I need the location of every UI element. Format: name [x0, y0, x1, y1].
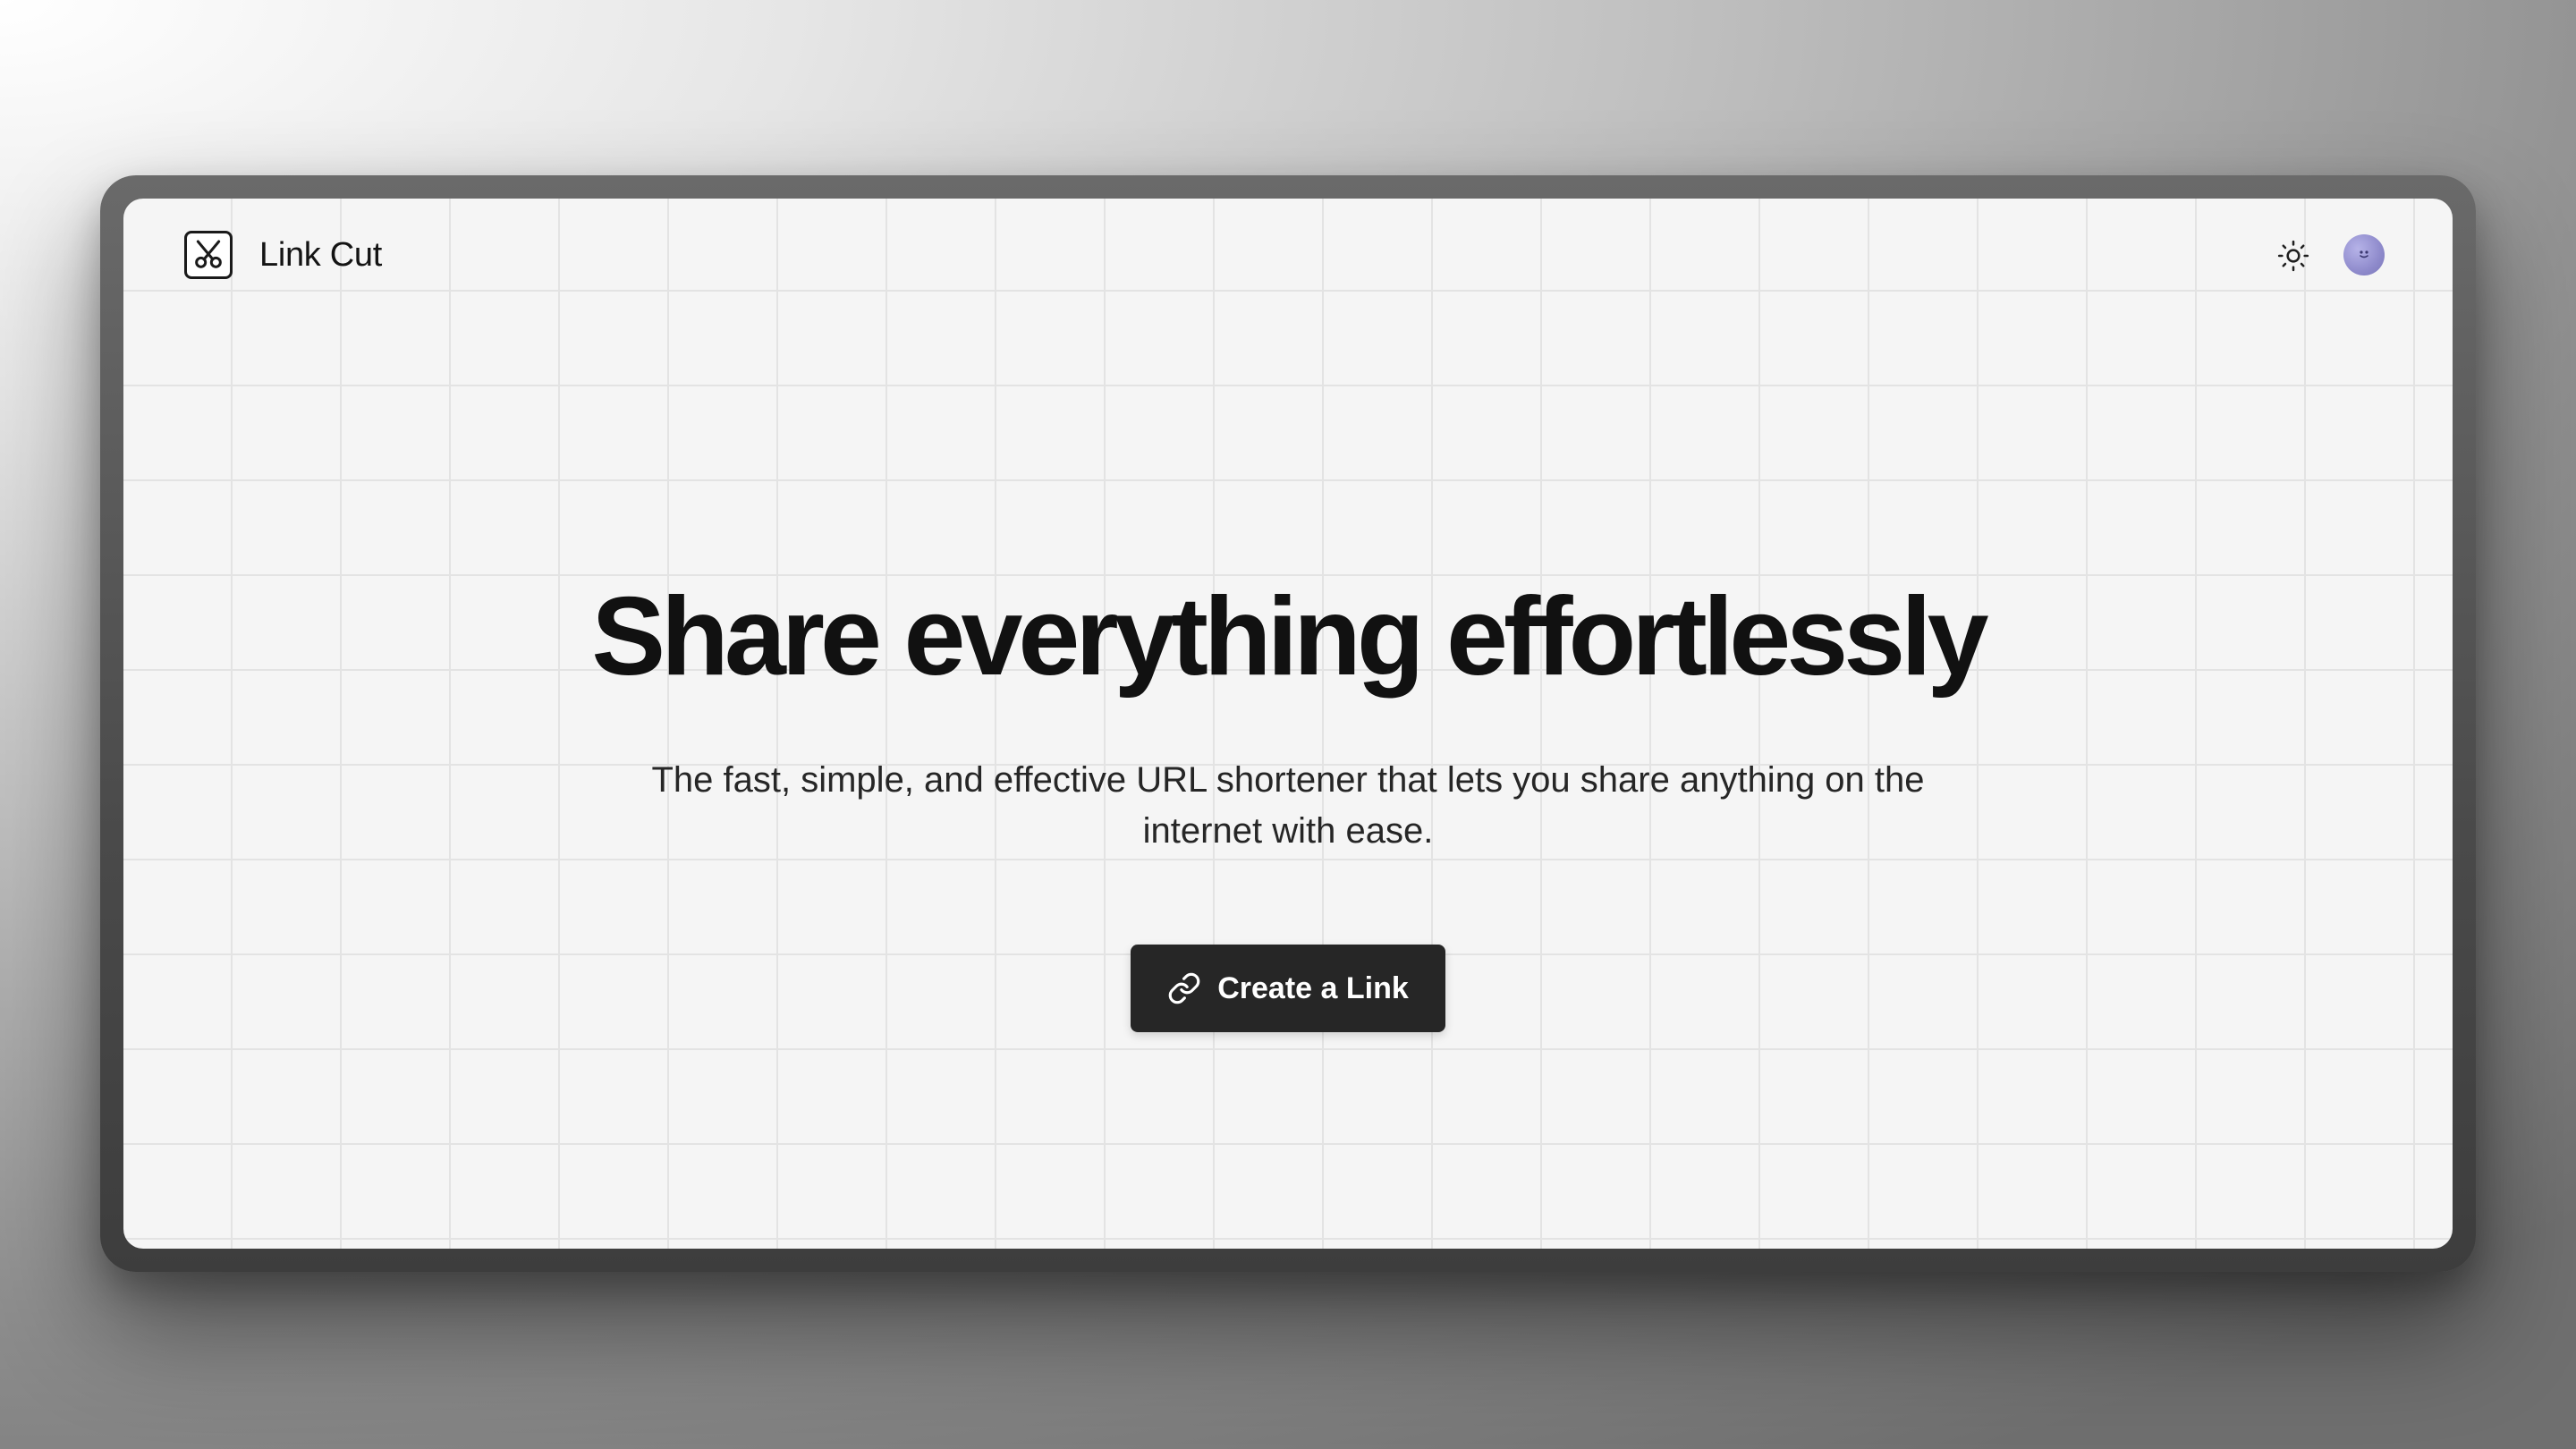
user-avatar[interactable] [2343, 234, 2385, 275]
link-icon [1168, 972, 1200, 1004]
hero-subtitle: The fast, simple, and effective URL shor… [651, 760, 1925, 851]
device-frame: Link Cut Share everything effortlessly T… [100, 175, 2476, 1272]
hero-title: Share everything effortlessly [591, 575, 1988, 699]
app-window: Link Cut Share everything effortlessly T… [123, 199, 2453, 1249]
navbar: Link Cut [123, 199, 2453, 313]
brand[interactable]: Link Cut [184, 231, 382, 279]
brand-name: Link Cut [259, 235, 383, 274]
scissors-icon [184, 231, 233, 279]
create-link-button[interactable]: Create a Link [1131, 945, 1445, 1032]
create-link-label: Create a Link [1217, 970, 1409, 1005]
sun-icon [2277, 240, 2309, 272]
theme-toggle-button[interactable] [2275, 238, 2311, 274]
